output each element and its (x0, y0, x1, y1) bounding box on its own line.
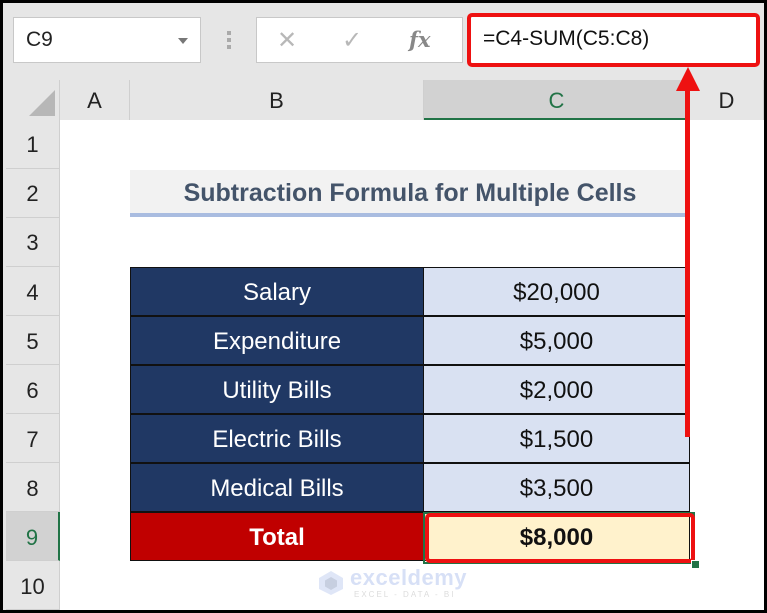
row-header-6[interactable]: 6 (6, 365, 60, 414)
chevron-down-icon[interactable] (178, 38, 188, 44)
cell-c7[interactable]: $1,500 (424, 414, 690, 463)
excel-window: C9 ✕ ✓ fx =C4-SUM(C5:C8) A B C D 1 2 3 4… (3, 3, 764, 610)
arrow-up-icon (676, 67, 700, 91)
sheet-title: Subtraction Formula for Multiple Cells (130, 170, 690, 217)
watermark-tagline: EXCEL - DATA - BI (354, 590, 456, 599)
cross-icon[interactable]: ✕ (277, 26, 297, 55)
cell-c8[interactable]: $3,500 (424, 463, 690, 512)
formula-highlight-box (467, 13, 760, 67)
cell-c6[interactable]: $2,000 (424, 365, 690, 414)
cell-b7[interactable]: Electric Bills (130, 414, 424, 463)
fill-handle[interactable] (691, 560, 700, 569)
row-header-4[interactable]: 4 (6, 267, 60, 316)
table-row: Electric Bills $1,500 (130, 414, 690, 463)
column-header-b[interactable]: B (130, 80, 424, 120)
row-header-5[interactable]: 5 (6, 316, 60, 365)
cell-b9-total-label[interactable]: Total (130, 512, 424, 561)
table-row: Salary $20,000 (130, 267, 690, 316)
select-all-button[interactable] (6, 80, 60, 120)
name-box-value: C9 (26, 28, 53, 51)
table-row: Medical Bills $3,500 (130, 463, 690, 512)
name-box[interactable]: C9 (13, 17, 201, 63)
row-header-2[interactable]: 2 (6, 169, 60, 218)
cell-b8[interactable]: Medical Bills (130, 463, 424, 512)
column-header-c[interactable]: C (424, 80, 690, 120)
watermark-name: exceldemy (350, 565, 468, 590)
spreadsheet-grid: A B C D 1 2 3 4 5 6 7 8 9 10 Subtraction… (6, 80, 764, 610)
formula-buttons: ✕ ✓ fx (256, 17, 463, 63)
cell-c4[interactable]: $20,000 (424, 267, 690, 316)
checkmark-icon[interactable]: ✓ (342, 26, 362, 55)
row-header-7[interactable]: 7 (6, 414, 60, 463)
insert-function-icon[interactable]: fx (409, 27, 431, 52)
exceldemy-logo-icon (319, 571, 343, 595)
column-header-a[interactable]: A (60, 80, 130, 120)
result-highlight-box (425, 513, 695, 563)
row-header-1[interactable]: 1 (6, 120, 60, 169)
cell-c5[interactable]: $5,000 (424, 316, 690, 365)
arrow-shaft (685, 85, 690, 437)
row-header-8[interactable]: 8 (6, 463, 60, 512)
row-header-3[interactable]: 3 (6, 218, 60, 267)
corner-triangle-icon (29, 90, 55, 116)
row-header-10[interactable]: 10 (6, 561, 60, 610)
column-header-d[interactable]: D (690, 80, 764, 120)
table-row: Utility Bills $2,000 (130, 365, 690, 414)
cell-b5[interactable]: Expenditure (130, 316, 424, 365)
table-row: Expenditure $5,000 (130, 316, 690, 365)
grip-handle-icon[interactable] (227, 31, 231, 52)
cell-b6[interactable]: Utility Bills (130, 365, 424, 414)
row-header-9[interactable]: 9 (6, 512, 60, 561)
cell-b4[interactable]: Salary (130, 267, 424, 316)
